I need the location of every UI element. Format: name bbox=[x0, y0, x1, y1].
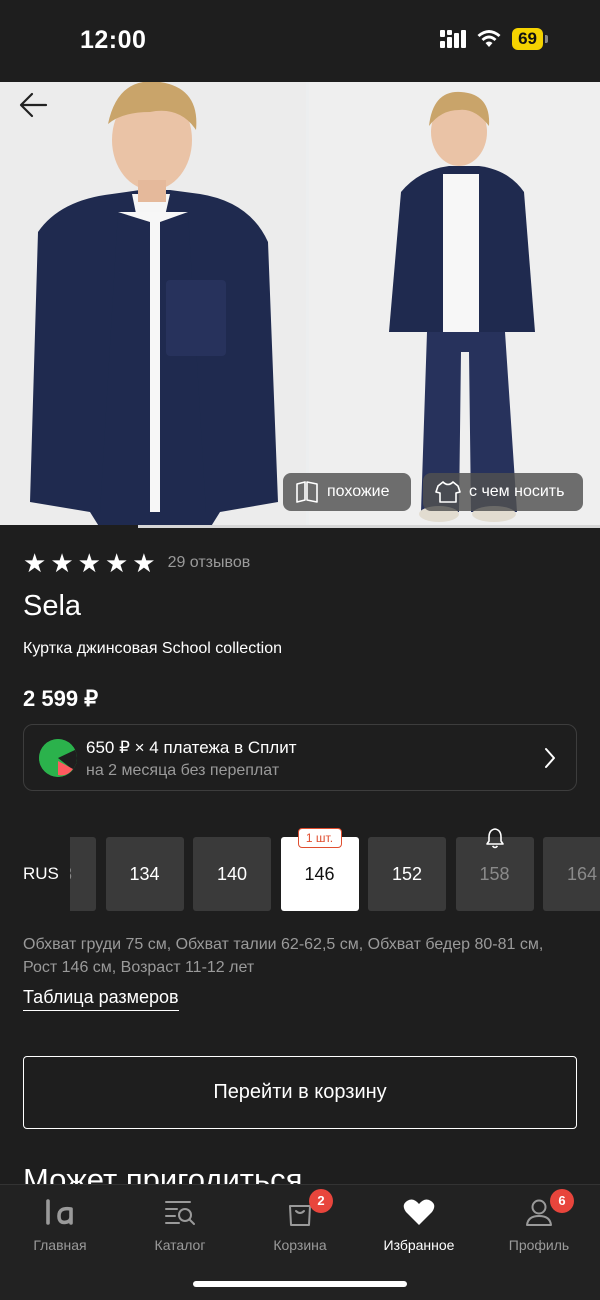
go-to-cart-button[interactable]: Перейти в корзину bbox=[23, 1056, 577, 1129]
status-bar: 12:00 69 bbox=[0, 0, 600, 82]
star-icon: ★ bbox=[50, 548, 74, 578]
signal-icon bbox=[440, 30, 467, 48]
bag-icon: 2 bbox=[245, 1189, 355, 1229]
profile-icon: 6 bbox=[484, 1189, 594, 1229]
size-option-134[interactable]: 134 bbox=[105, 837, 184, 911]
gallery-progress-fill bbox=[0, 525, 138, 528]
size-option-158[interactable]: 158 bbox=[455, 837, 534, 911]
gallery-progress-track bbox=[0, 525, 600, 528]
star-icon: ★ bbox=[104, 548, 129, 578]
home-logo-icon bbox=[5, 1195, 115, 1229]
rating-stars: ★ ★ ★ ★ ★ bbox=[23, 550, 156, 576]
split-installments: 650 ₽ × 4 платежа в Сплит bbox=[86, 738, 297, 757]
wear-with-label: с чем носить bbox=[469, 483, 565, 500]
tab-label-profile: Профиль bbox=[508, 1237, 570, 1253]
brand-name[interactable]: Sela bbox=[23, 590, 81, 623]
battery-level: 69 bbox=[512, 28, 543, 50]
open-book-icon bbox=[296, 481, 318, 503]
product-gallery[interactable]: похожие с чем носить bbox=[0, 82, 600, 528]
size-chart-link[interactable]: Таблица размеров bbox=[23, 987, 179, 1011]
size-option-164[interactable]: 164 bbox=[543, 837, 600, 911]
size-option-152[interactable]: 152 bbox=[368, 837, 446, 911]
tab-profile[interactable]: 6 Профиль bbox=[484, 1189, 594, 1253]
product-title: Куртка джинсовая School collection bbox=[23, 640, 282, 657]
tab-favorites[interactable]: Избранное bbox=[364, 1195, 474, 1253]
heart-icon bbox=[364, 1195, 474, 1229]
battery-tip bbox=[545, 35, 548, 43]
star-icon: ★ bbox=[132, 548, 156, 578]
tab-catalog[interactable]: Каталог bbox=[125, 1195, 235, 1253]
outfit-icon bbox=[435, 481, 461, 503]
star-icon: ★ bbox=[77, 548, 101, 578]
catalog-search-icon bbox=[125, 1195, 235, 1229]
size-measurements: Обхват груди 75 см, Обхват талии 62-62,5… bbox=[23, 936, 544, 976]
similar-label: похожие bbox=[327, 483, 390, 500]
size-system-label: RUS bbox=[23, 864, 59, 883]
tab-home[interactable]: Главная bbox=[5, 1195, 115, 1253]
split-payment-card[interactable]: 650 ₽ × 4 платежа в Сплит на 2 месяца бе… bbox=[23, 724, 577, 791]
product-price: 2 599 ₽ bbox=[23, 686, 99, 711]
tab-label-home: Главная bbox=[33, 1237, 87, 1253]
model-front-illustration bbox=[0, 82, 306, 528]
tab-cart[interactable]: 2 Корзина bbox=[245, 1189, 355, 1253]
model-full-illustration bbox=[309, 82, 600, 528]
product-photo-front[interactable] bbox=[0, 82, 306, 528]
home-indicator bbox=[193, 1281, 407, 1287]
profile-notification-badge: 6 bbox=[550, 1189, 574, 1213]
rating-row[interactable]: ★ ★ ★ ★ ★ 29 отзывов bbox=[23, 550, 250, 576]
star-icon: ★ bbox=[23, 548, 47, 578]
status-icons: 69 bbox=[440, 28, 548, 50]
size-option-140[interactable]: 140 bbox=[193, 837, 271, 911]
size-option-146[interactable]: 146 bbox=[280, 837, 359, 911]
wear-with-button[interactable]: с чем носить bbox=[423, 473, 583, 511]
battery-indicator: 69 bbox=[512, 28, 548, 50]
chevron-right-icon bbox=[545, 748, 555, 768]
split-logo-icon bbox=[39, 739, 77, 777]
product-photo-full[interactable] bbox=[309, 82, 600, 528]
split-terms: на 2 месяца без переплат bbox=[86, 762, 280, 779]
similar-button[interactable]: похожие bbox=[283, 473, 411, 511]
tab-label-cart: Корзина bbox=[273, 1237, 327, 1253]
tab-label-favorites: Избранное bbox=[383, 1237, 455, 1253]
status-time: 12:00 bbox=[80, 26, 147, 54]
reviews-count[interactable]: 29 отзывов bbox=[168, 554, 251, 572]
cart-count-badge: 2 bbox=[309, 1189, 333, 1213]
tab-label-catalog: Каталог bbox=[154, 1237, 206, 1253]
back-arrow-icon[interactable] bbox=[18, 90, 48, 120]
wifi-icon bbox=[477, 30, 501, 47]
size-option-128[interactable]: 128 bbox=[70, 837, 96, 911]
